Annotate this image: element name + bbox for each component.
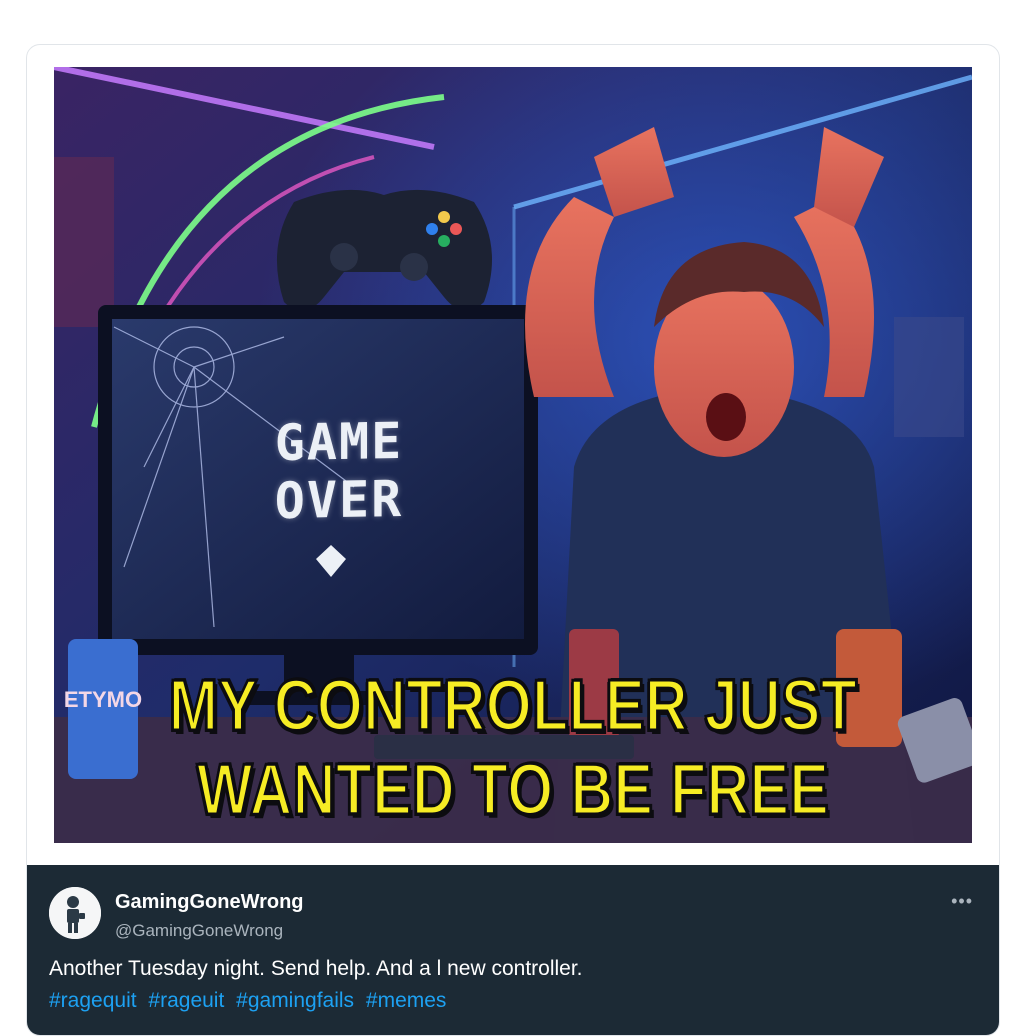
user-avatar-icon xyxy=(49,887,101,939)
can-label: ETYMO xyxy=(64,687,142,712)
meme-caption-line-2: WANTED TO BE FREE xyxy=(196,749,830,832)
game-over-line-2: OVER xyxy=(274,469,404,531)
game-over-screen-text: GAME OVER xyxy=(244,411,434,530)
hashtag[interactable]: #ragequit xyxy=(49,989,137,1012)
meme-caption-line-1: MY CONTROLLER JUST xyxy=(167,665,858,748)
hashtag-list: #ragequit #rageuit #gamingfails #memes xyxy=(49,989,452,1013)
user-handle[interactable]: @GamingGoneWrong xyxy=(115,921,283,941)
post-card: ETYMO GAME OVER MY CONTROLLER JUST WANTE… xyxy=(26,44,1000,1036)
display-name[interactable]: GamingGoneWrong xyxy=(115,891,304,914)
more-options-icon[interactable]: ••• xyxy=(951,891,973,912)
avatar[interactable] xyxy=(49,887,101,939)
post-text: Another Tuesday night. Send help. And a … xyxy=(49,957,583,980)
post-footer: GamingGoneWrong @GamingGoneWrong ••• Ano… xyxy=(27,865,999,1035)
hashtag[interactable]: #rageuit xyxy=(148,989,224,1012)
hashtag[interactable]: #gamingfails xyxy=(236,989,354,1012)
hashtag[interactable]: #memes xyxy=(366,989,447,1012)
game-over-line-1: GAME xyxy=(274,411,404,473)
meme-image[interactable]: ETYMO GAME OVER MY CONTROLLER JUST WANTE… xyxy=(54,67,972,843)
